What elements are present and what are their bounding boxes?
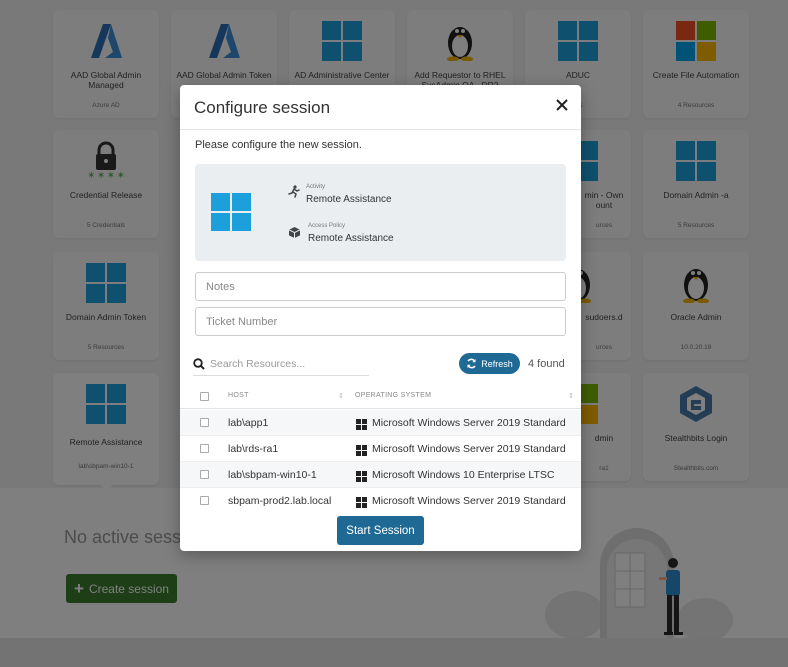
row-os: Microsoft Windows Server 2019 Standard — [372, 417, 566, 429]
column-operating-system[interactable]: OPERATING SYSTEM — [355, 392, 431, 399]
windows-icon — [211, 193, 251, 231]
windows-icon — [356, 471, 367, 482]
dialog-intro: Please configure the new session. — [195, 139, 362, 151]
search-icon — [193, 358, 205, 370]
resource-search — [193, 354, 369, 376]
sort-icon[interactable]: ⇕ — [338, 392, 344, 400]
access-policy-caption: Access Policy — [308, 223, 346, 229]
row-checkbox[interactable] — [200, 418, 209, 427]
notes-field[interactable] — [195, 272, 566, 301]
resources-table-header: HOST ⇕ OPERATING SYSTEM ⇕ — [180, 385, 581, 409]
windows-icon — [356, 497, 367, 508]
row-host: lab\sbpam-win10-1 — [228, 469, 317, 481]
row-os: Microsoft Windows Server 2019 Standard — [372, 495, 566, 507]
table-row[interactable]: lab\sbpam-win10-1 Microsoft Windows 10 E… — [180, 462, 581, 488]
table-row[interactable]: lab\rds-ra1 Microsoft Windows Server 201… — [180, 436, 581, 462]
table-row[interactable]: sbpam-prod2.lab.local Microsoft Windows … — [180, 488, 581, 514]
row-checkbox[interactable] — [200, 444, 209, 453]
configure-session-dialog: Configure session Please configure the n… — [180, 85, 581, 551]
start-session-button[interactable]: Start Session — [337, 516, 424, 545]
refresh-icon — [467, 358, 476, 369]
sort-icon[interactable]: ⇕ — [568, 392, 574, 400]
row-os: Microsoft Windows 10 Enterprise LTSC — [372, 469, 555, 481]
close-icon[interactable] — [554, 97, 570, 113]
dialog-title: Configure session — [194, 98, 331, 117]
row-host: sbpam-prod2.lab.local — [228, 495, 332, 507]
row-checkbox[interactable] — [200, 470, 209, 479]
row-host: lab\app1 — [228, 417, 269, 429]
cube-icon — [288, 227, 301, 238]
table-row[interactable]: lab\app1 Microsoft Windows Server 2019 S… — [180, 410, 581, 436]
ticket-number-field[interactable] — [195, 307, 566, 336]
running-person-icon — [288, 185, 300, 198]
results-count: 4 found — [528, 358, 565, 370]
header-divider — [180, 129, 581, 130]
row-checkbox[interactable] — [200, 496, 209, 505]
refresh-button[interactable]: Refresh — [459, 353, 520, 374]
windows-icon — [356, 419, 367, 430]
search-resources-input[interactable] — [210, 356, 365, 372]
session-summary: Activity Remote Assistance Access Policy… — [195, 164, 566, 261]
activity-value: Remote Assistance — [306, 194, 392, 205]
column-host[interactable]: HOST — [228, 392, 249, 399]
access-policy-value: Remote Assistance — [308, 233, 394, 244]
row-os: Microsoft Windows Server 2019 Standard — [372, 443, 566, 455]
refresh-label: Refresh — [481, 358, 513, 369]
activity-caption: Activity — [306, 184, 326, 190]
select-all-checkbox[interactable] — [200, 392, 209, 401]
row-host: lab\rds-ra1 — [228, 443, 279, 455]
windows-icon — [356, 445, 367, 456]
